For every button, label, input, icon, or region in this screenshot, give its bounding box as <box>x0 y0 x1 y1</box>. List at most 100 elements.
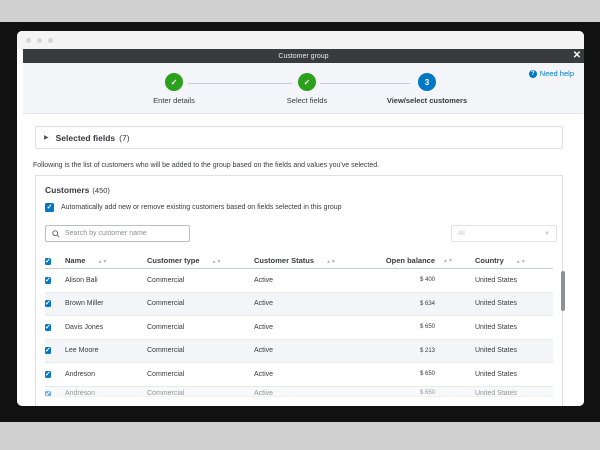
sort-icon: ▲▼ <box>326 259 336 265</box>
selected-fields-count: (7) <box>119 132 130 143</box>
customer-country: United States <box>475 300 518 308</box>
row-checkbox[interactable]: ✓ <box>45 347 51 355</box>
sort-icon: ▲▼ <box>211 259 222 265</box>
customer-status: Active <box>254 323 274 331</box>
customer-status: Active <box>254 276 274 284</box>
column-open-balance[interactable]: Open balance <box>360 256 435 265</box>
column-customer-status[interactable]: Customer Status ▲▼ <box>254 256 360 265</box>
table-row[interactable]: ✓ Brown Miller Commercial Active $ 634 U… <box>45 292 553 316</box>
selected-fields-section[interactable]: ▶ Selected fields (7) <box>35 126 563 149</box>
auto-update-label: Automatically add new or remove existing… <box>61 204 342 211</box>
row-checkbox[interactable]: ✓ <box>45 300 51 308</box>
customer-country: United States <box>475 370 518 378</box>
app-window: Customer group ✕ ✓ Enter details ✓ Selec… <box>17 31 584 406</box>
sort-icon: ▲▼ <box>515 259 526 265</box>
table-row[interactable]: ✓ Andreson Commercial Active $ 650 Unite… <box>45 363 553 387</box>
step-label: Select fields <box>286 96 328 105</box>
step-enter-details: ✓ Enter details <box>114 73 234 105</box>
customer-status: Active <box>254 300 274 308</box>
column-label: Name <box>65 256 86 265</box>
table-row[interactable]: ✓ Alison Bali Commercial Active $ 400 Un… <box>45 269 553 293</box>
search-placeholder: Search by customer name <box>65 230 147 237</box>
open-balance: $ 634 <box>419 300 435 307</box>
window-dot-1[interactable] <box>26 37 31 43</box>
table-scrollbar[interactable] <box>561 271 565 311</box>
backdrop-top <box>0 0 600 22</box>
row-checkbox[interactable]: ✓ <box>45 390 51 396</box>
chevron-down-icon: ▼ <box>544 230 550 237</box>
customer-status: Active <box>254 389 274 397</box>
check-icon: ✓ <box>298 73 316 91</box>
customer-type: Commercial <box>147 370 185 378</box>
step-view-select-customers: 3 View/select customers <box>367 73 487 105</box>
row-checkbox[interactable]: ✓ <box>45 276 51 284</box>
step-label: View/select customers <box>386 96 468 105</box>
dialog-titlebar: Customer group ✕ <box>23 49 584 63</box>
customer-name: Lee Moore <box>65 347 99 355</box>
backdrop-bottom <box>0 422 600 450</box>
auto-update-checkbox-row[interactable]: ✓ Automatically add new or remove existi… <box>45 203 342 212</box>
customers-title: Customers <box>45 185 90 195</box>
step-label: Enter details <box>153 96 195 105</box>
table-row[interactable]: ✓ Davis Jones Commercial Active $ 650 Un… <box>45 316 553 340</box>
step-number: 3 <box>418 73 436 91</box>
customer-type: Commercial <box>147 300 185 308</box>
customer-type: Commercial <box>147 276 185 284</box>
open-balance: $ 213 <box>419 347 435 354</box>
sort-icon: ▲▼ <box>97 259 108 265</box>
dialog-content: ✓ Enter details ✓ Select fields 3 View/s… <box>23 63 584 406</box>
search-input[interactable]: Search by customer name <box>45 225 190 242</box>
close-icon[interactable]: ✕ <box>572 49 582 63</box>
customer-type: Commercial <box>147 323 185 331</box>
column-label: Customer type <box>147 256 200 265</box>
customers-table: ✓ Name ▲▼ Customer type ▲▼ Customer Status… <box>45 253 553 397</box>
check-icon: ✓ <box>165 73 183 91</box>
column-label: Customer Status <box>254 256 315 265</box>
column-label: Country <box>475 256 504 265</box>
column-label: Open balance <box>385 256 435 265</box>
sort-icon[interactable]: ▲▼ <box>443 258 453 264</box>
window-dot-3[interactable] <box>48 37 53 43</box>
customer-name: Davis Jones <box>65 323 104 331</box>
select-all-checkbox[interactable]: ✓ <box>45 257 51 265</box>
customers-heading: Customers (450) <box>45 185 110 195</box>
auto-update-checkbox[interactable]: ✓ <box>45 203 54 212</box>
window-dot-2[interactable] <box>37 37 42 43</box>
open-balance: $ 650 <box>419 389 435 396</box>
open-balance: $ 650 <box>419 371 435 378</box>
customer-country: United States <box>475 323 518 331</box>
row-checkbox[interactable]: ✓ <box>45 323 51 331</box>
filter-select[interactable]: All ▼ <box>451 225 557 242</box>
customer-status: Active <box>254 370 274 378</box>
column-customer-type[interactable]: Customer type ▲▼ <box>147 256 254 265</box>
step-select-fields: ✓ Select fields <box>247 73 367 105</box>
window-chrome <box>17 31 584 49</box>
info-text: Following is the list of customers who w… <box>33 162 380 169</box>
caret-right-icon: ▶ <box>44 135 49 141</box>
customer-status: Active <box>254 347 274 355</box>
selected-fields-title: Selected fields <box>55 132 116 143</box>
open-balance: $ 400 <box>419 277 435 284</box>
open-balance: $ 650 <box>419 324 435 331</box>
customer-name: Andreson <box>65 389 95 397</box>
dialog-title: Customer group <box>278 52 329 60</box>
customer-type: Commercial <box>147 347 185 355</box>
table-row[interactable]: ✓ Andreson Commercial Active $ 650 Unite… <box>45 386 553 397</box>
help-icon: ? <box>528 69 537 78</box>
table-row[interactable]: ✓ Lee Moore Commercial Active $ 213 Unit… <box>45 339 553 363</box>
customer-country: United States <box>475 347 518 355</box>
progress-stepper: ✓ Enter details ✓ Select fields 3 View/s… <box>23 63 584 114</box>
customer-name: Andreson <box>65 370 95 378</box>
search-icon <box>52 229 60 238</box>
table-header: ✓ Name ▲▼ Customer type ▲▼ Customer Status… <box>45 253 553 269</box>
need-help-label: Need help <box>539 69 574 78</box>
filter-value: All <box>458 230 465 237</box>
customer-country: United States <box>475 389 518 397</box>
need-help-link[interactable]: ? Need help <box>528 69 574 78</box>
row-checkbox[interactable]: ✓ <box>45 370 51 378</box>
customer-name: Alison Bali <box>65 276 98 284</box>
column-country[interactable]: Country ▲▼ <box>475 256 553 265</box>
column-name[interactable]: Name ▲▼ <box>65 256 147 265</box>
customer-type: Commercial <box>147 389 185 397</box>
customers-count: (450) <box>92 186 110 195</box>
